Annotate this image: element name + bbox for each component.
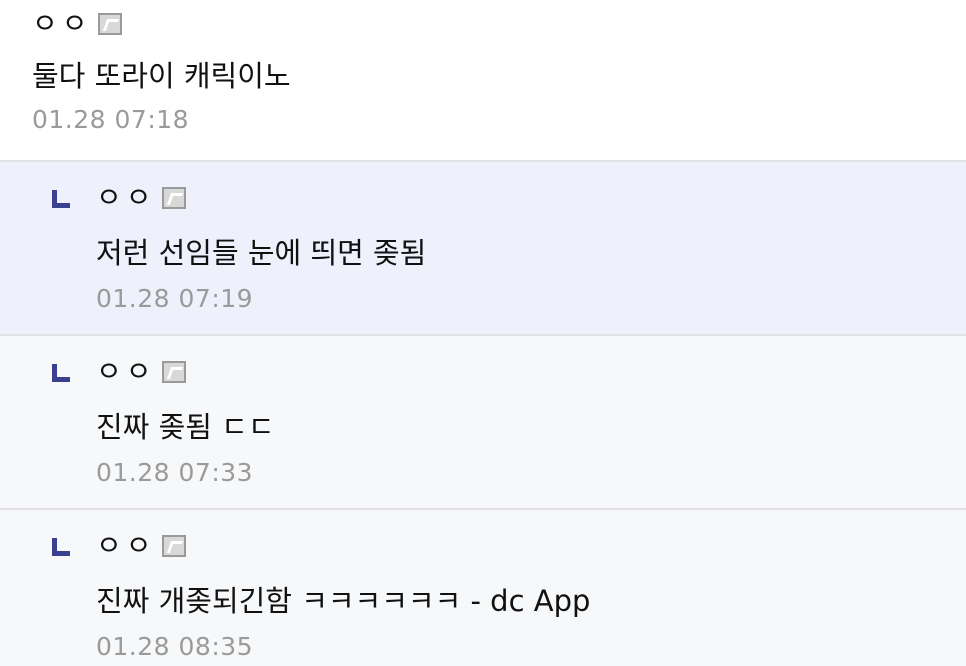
reply-item[interactable]: ㅇㅇ 저런 선임들 눈에 띄면 좆됨 01.28 07:19 [0,162,966,336]
reply-header: ㅇㅇ [52,176,966,220]
fixed-nick-icon [97,13,122,35]
reply-header: ㅇㅇ [52,524,966,568]
reply-arrow-icon [52,190,70,208]
comment-list: ㅇㅇ 둘다 또라이 캐릭이노 01.28 07:18 ㅇㅇ 저런 선임들 눈에 … [0,0,966,666]
reply-text: 진짜 개좆되긴함 ㅋㅋㅋㅋㅋㅋ - dc App [96,584,591,618]
reply-date: 01.28 07:33 [96,458,254,487]
reply-nickname[interactable]: ㅇㅇ [96,176,156,220]
comment-header: ㅇㅇ [32,2,966,46]
fixed-nick-icon [161,187,186,209]
fixed-nick-icon [161,535,186,557]
reply-item[interactable]: ㅇㅇ 진짜 좆됨 ㄷㄷ 01.28 07:33 [0,336,966,510]
reply-nickname[interactable]: ㅇㅇ [96,524,156,568]
comment-nickname[interactable]: ㅇㅇ [32,2,92,46]
comment-date: 01.28 07:18 [32,105,190,134]
reply-arrow-icon [52,538,70,556]
reply-text: 저런 선임들 눈에 띄면 좆됨 [96,236,427,270]
reply-item[interactable]: ㅇㅇ 진짜 개좆되긴함 ㅋㅋㅋㅋㅋㅋ - dc App 01.28 08:35 [0,510,966,666]
reply-date: 01.28 07:19 [96,284,254,313]
reply-nickname[interactable]: ㅇㅇ [96,350,156,394]
reply-header: ㅇㅇ [52,350,966,394]
reply-arrow-icon [52,364,70,382]
reply-date: 01.28 08:35 [96,632,254,661]
reply-text: 진짜 좆됨 ㄷㄷ [96,410,275,444]
comment-item[interactable]: ㅇㅇ 둘다 또라이 캐릭이노 01.28 07:18 [0,0,966,162]
comment-text: 둘다 또라이 캐릭이노 [32,59,291,93]
fixed-nick-icon [161,361,186,383]
